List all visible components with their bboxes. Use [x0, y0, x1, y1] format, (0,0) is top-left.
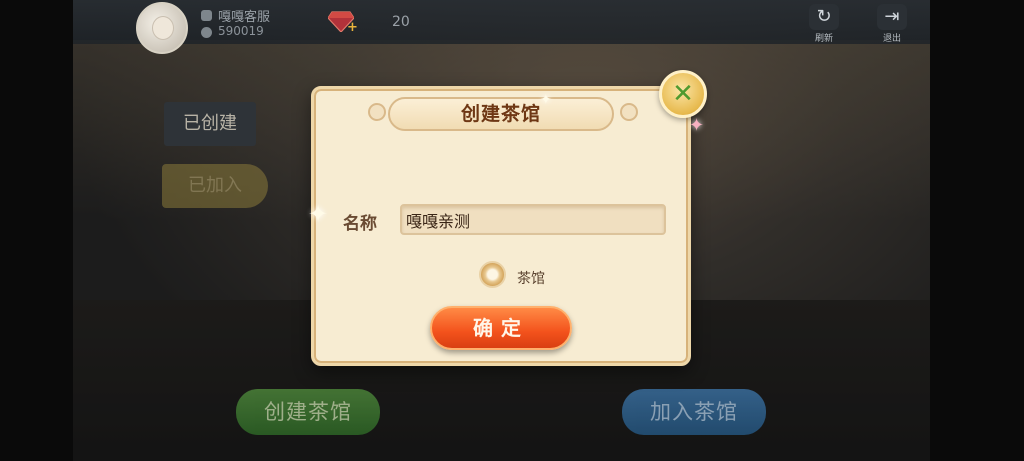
- sparkle-icon: ✦: [689, 115, 705, 136]
- id-icon: [201, 27, 212, 38]
- game-screen: 嘎嘎客服 590019 + 20 ↻ 刷新 ⇥ 退出 已创建 已加入 创建茶馆 …: [0, 0, 1024, 461]
- tab-created[interactable]: 已创建: [164, 102, 256, 146]
- sparkle-icon: ✦: [540, 92, 552, 108]
- name-label: 名称: [343, 214, 377, 234]
- close-button[interactable]: ✕: [659, 70, 707, 118]
- refresh-icon: ↻: [809, 4, 839, 30]
- add-gem-icon[interactable]: +: [347, 21, 359, 34]
- title-ornament-left: [368, 103, 386, 121]
- tab-joined[interactable]: 已加入: [162, 164, 268, 208]
- confirm-button[interactable]: 确定: [430, 306, 572, 350]
- exit-icon: ⇥: [877, 4, 907, 30]
- avatar-face: [152, 16, 174, 40]
- exit-button[interactable]: ⇥ 退出: [874, 4, 910, 44]
- dialog-title: 创建茶馆: [460, 103, 541, 125]
- exit-label: 退出: [882, 34, 901, 44]
- dialog-title-plate: 创建茶馆: [388, 97, 614, 131]
- close-icon: ✕: [672, 79, 694, 109]
- user-id: 590019: [218, 24, 264, 38]
- user-icon: [201, 10, 212, 21]
- refresh-button[interactable]: ↻ 刷新: [806, 4, 842, 44]
- user-name: 嘎嘎客服: [218, 10, 271, 25]
- hall-type-label: 茶馆: [517, 271, 545, 287]
- hall-type-radio[interactable]: [479, 261, 506, 288]
- join-hall-button[interactable]: 加入茶馆: [622, 389, 766, 435]
- title-ornament-right: [620, 103, 638, 121]
- top-bar: [73, 0, 930, 44]
- name-input[interactable]: [400, 204, 666, 235]
- sparkle-icon: ✦: [308, 200, 329, 228]
- refresh-label: 刷新: [814, 34, 833, 44]
- avatar[interactable]: [136, 2, 188, 54]
- create-hall-button[interactable]: 创建茶馆: [236, 389, 380, 435]
- gem-count: 20: [392, 14, 410, 30]
